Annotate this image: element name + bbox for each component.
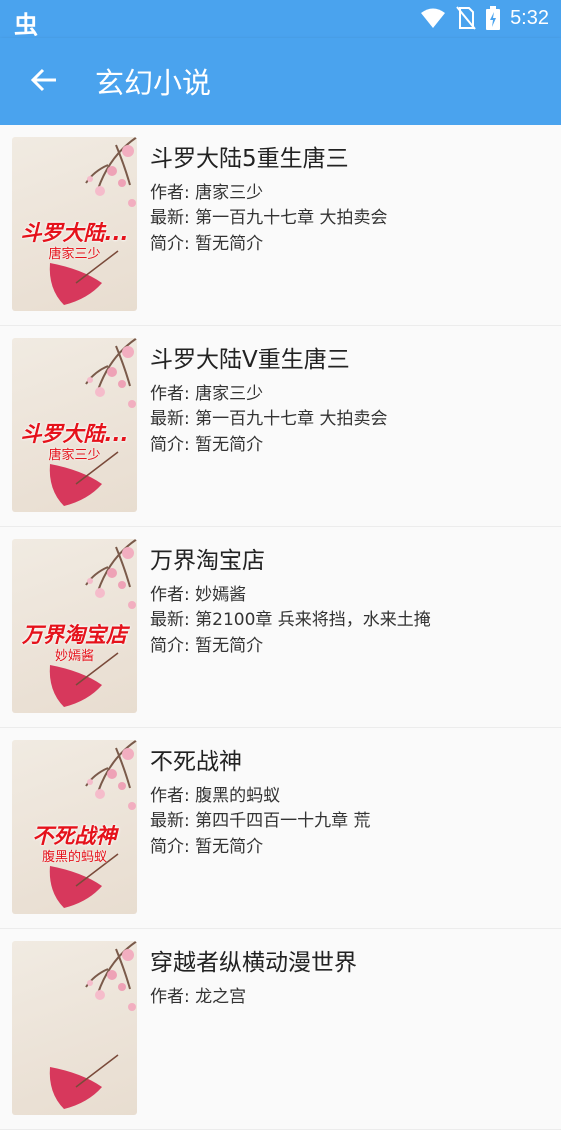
book-cover: 斗罗大陆... 唐家三少 (12, 338, 137, 512)
latest-value: 第一百九十七章 大拍卖会 (195, 208, 388, 228)
intro-label: 简介: (150, 234, 196, 254)
book-intro: 简介: 暂无简介 (150, 430, 263, 455)
cover-author: 唐家三少 (48, 448, 101, 463)
page-title: 玄幻小说 (95, 66, 212, 100)
author-value: 腹黑的蚂蚁 (195, 786, 281, 806)
book-latest: 最新: 第一百九十七章 大拍卖会 (150, 203, 388, 228)
battery-charging-icon (486, 6, 501, 30)
book-latest: 最新: 第2100章 兵来将挡，水来土掩 (150, 605, 431, 630)
latest-label: 最新: (150, 409, 196, 429)
book-title: 斗罗大陆V重生唐三 (150, 347, 350, 373)
book-list[interactable]: 斗罗大陆... 唐家三少 斗罗大陆5重生唐三 作者: 唐家三少 最新: 第一百九… (0, 125, 561, 1130)
clock: 5:32 (510, 6, 549, 29)
book-author: 作者: 腹黑的蚂蚁 (150, 781, 280, 806)
book-cover: 不死战神 腹黑的蚂蚁 (12, 740, 137, 914)
latest-value: 第四千四百一十九章 荒 (195, 811, 371, 831)
intro-value: 暂无简介 (195, 837, 264, 857)
book-cover: 万界淘宝店 妙嫣酱 (12, 539, 137, 713)
latest-label: 最新: (150, 811, 196, 831)
latest-value: 第一百九十七章 大拍卖会 (195, 409, 388, 429)
status-icons: 5:32 (420, 6, 549, 30)
latest-value: 第2100章 兵来将挡，水来土掩 (195, 610, 431, 630)
book-list-item[interactable]: 万界淘宝店 妙嫣酱 万界淘宝店 作者: 妙嫣酱 最新: 第2100章 兵来将挡，… (0, 527, 561, 728)
intro-value: 暂无简介 (195, 234, 264, 254)
wifi-icon (421, 8, 446, 28)
app-logo-icon: 虫 (14, 11, 38, 39)
author-label: 作者: (150, 384, 196, 404)
book-intro: 简介: 暂无简介 (150, 832, 263, 857)
book-list-item[interactable]: 斗罗大陆... 唐家三少 斗罗大陆5重生唐三 作者: 唐家三少 最新: 第一百九… (0, 125, 561, 326)
cover-author: 唐家三少 (48, 247, 101, 262)
author-label: 作者: (150, 987, 196, 1007)
book-title: 斗罗大陆5重生唐三 (150, 146, 349, 172)
book-title: 万界淘宝店 (150, 548, 265, 574)
umbrella-blossom-art (49, 941, 137, 1109)
book-list-item[interactable]: 穿越者纵横动漫世界 作者: 龙之宫 (0, 929, 561, 1130)
status-bar: 虫 5:32 (0, 0, 561, 39)
book-intro: 简介: 暂无简介 (150, 229, 263, 254)
book-cover: 斗罗大陆... 唐家三少 (12, 137, 137, 311)
author-value: 唐家三少 (195, 384, 264, 404)
book-latest: 最新: 第一百九十七章 大拍卖会 (150, 404, 388, 429)
author-label: 作者: (150, 786, 196, 806)
book-author: 作者: 龙之宫 (150, 982, 246, 1007)
latest-label: 最新: (150, 208, 196, 228)
app-bar: 玄幻小说 (0, 38, 561, 125)
book-author: 作者: 妙嫣酱 (150, 580, 246, 605)
intro-label: 简介: (150, 837, 196, 857)
book-author: 作者: 唐家三少 (150, 379, 263, 404)
author-label: 作者: (150, 585, 196, 605)
author-label: 作者: (150, 183, 196, 203)
cover-author: 妙嫣酱 (54, 649, 94, 664)
book-list-item[interactable]: 斗罗大陆... 唐家三少 斗罗大陆V重生唐三 作者: 唐家三少 最新: 第一百九… (0, 326, 561, 527)
back-arrow-icon[interactable] (26, 62, 62, 98)
book-list-item[interactable]: 不死战神 腹黑的蚂蚁 不死战神 作者: 腹黑的蚂蚁 最新: 第四千四百一十九章 … (0, 728, 561, 929)
intro-value: 暂无简介 (195, 636, 264, 656)
author-value: 唐家三少 (195, 183, 264, 203)
intro-label: 简介: (150, 636, 196, 656)
book-latest: 最新: 第四千四百一十九章 荒 (150, 806, 371, 831)
book-cover (12, 941, 137, 1115)
book-author: 作者: 唐家三少 (150, 178, 263, 203)
cover-author: 腹黑的蚂蚁 (41, 850, 107, 865)
latest-label: 最新: (150, 610, 196, 630)
book-intro: 简介: 暂无简介 (150, 631, 263, 656)
intro-value: 暂无简介 (195, 435, 264, 455)
book-title: 穿越者纵横动漫世界 (150, 950, 357, 976)
book-title: 不死战神 (150, 749, 242, 775)
no-sim-icon (456, 6, 476, 30)
author-value: 妙嫣酱 (195, 585, 247, 605)
intro-label: 简介: (150, 435, 196, 455)
author-value: 龙之宫 (195, 987, 247, 1007)
